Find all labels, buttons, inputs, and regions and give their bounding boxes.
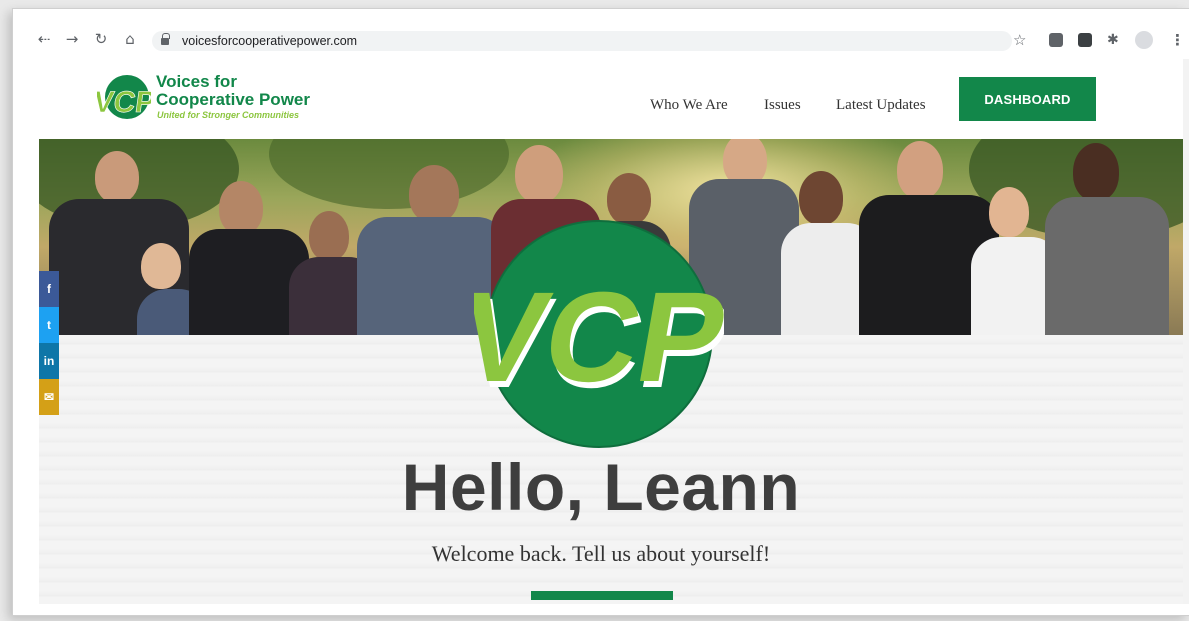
reload-icon[interactable]: ↻ (92, 30, 110, 48)
nav-who-we-are[interactable]: Who We Are (650, 97, 728, 114)
greeting-subtitle: Welcome back. Tell us about yourself! (431, 541, 771, 566)
linkedin-icon[interactable]: in (39, 343, 59, 379)
title-underline (531, 591, 673, 600)
email-icon[interactable]: ✉ (39, 379, 59, 415)
url-text[interactable]: voicesforcooperativepower.com (182, 33, 357, 49)
home-icon[interactable]: ⌂ (121, 30, 139, 48)
nav-issues[interactable]: Issues (764, 97, 801, 114)
nav-latest-updates[interactable]: Latest Updates (836, 97, 926, 114)
site-tagline: United for Stronger Communities (157, 110, 300, 120)
scrollbar[interactable] (1183, 59, 1189, 604)
dashboard-button[interactable]: DASHBOARD (959, 77, 1096, 121)
facebook-icon[interactable]: f (39, 271, 59, 307)
menu-kebab-icon[interactable]: ⋮ (1170, 31, 1185, 49)
twitter-icon[interactable]: t (39, 307, 59, 343)
lock-icon (161, 33, 170, 46)
browser-toolbar: ⇠ → ↻ ⌂ voicesforcooperativepower.com ☆ … (13, 9, 1189, 59)
address-bar[interactable]: voicesforcooperativepower.com (152, 31, 1012, 51)
bookmark-star-icon[interactable]: ☆ (1013, 31, 1026, 49)
site-name-line1[interactable]: Voices for (156, 73, 237, 91)
extension-icon[interactable] (1078, 33, 1092, 47)
web-page: VCP Voices for Cooperative Power United … (39, 59, 1189, 604)
svg-text:VCP: VCP (474, 266, 724, 409)
profile-avatar-icon[interactable] (1135, 31, 1153, 49)
vcp-logo-icon[interactable]: VCP (97, 72, 151, 122)
greeting-title: Hello, Leann (401, 450, 801, 524)
svg-text:VCP: VCP (97, 86, 151, 119)
forward-arrow-icon[interactable]: → (63, 30, 81, 48)
site-name-line2[interactable]: Cooperative Power (156, 91, 310, 109)
browser-window: ⇠ → ↻ ⌂ voicesforcooperativepower.com ☆ … (12, 8, 1189, 616)
back-arrow-icon[interactable]: ⇠ (35, 30, 53, 48)
vcp-badge-logo-icon: VCP VCP (474, 220, 724, 448)
site-header: VCP Voices for Cooperative Power United … (39, 59, 1189, 139)
puzzle-icon[interactable]: ✱ (1107, 33, 1121, 47)
extension-icon[interactable] (1049, 33, 1063, 47)
